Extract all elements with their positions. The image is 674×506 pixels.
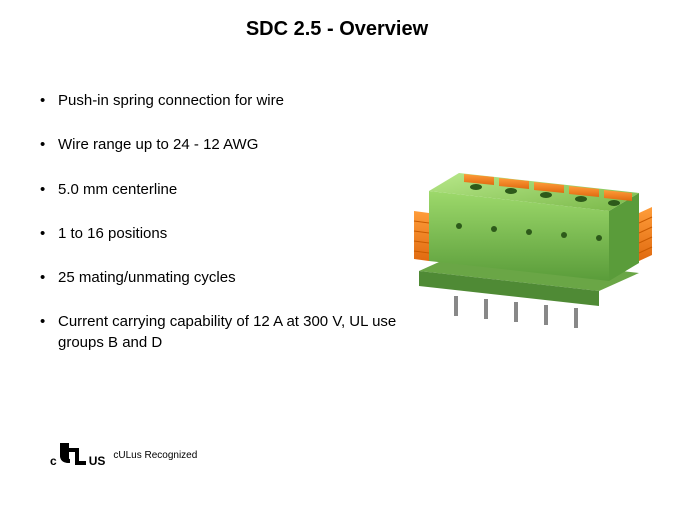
list-item: Push-in spring connection for wire xyxy=(40,91,404,111)
cert-label: cULus Recognized xyxy=(113,450,197,461)
list-item: 5.0 mm centerline xyxy=(40,180,404,200)
content-area: Push-in spring connection for wire Wire … xyxy=(0,41,674,377)
product-image xyxy=(404,131,654,331)
connector-icon xyxy=(404,131,654,331)
ul-recognized-icon: c US xyxy=(50,443,105,468)
list-item: Current carrying capability of 12 A at 3… xyxy=(40,312,404,353)
page-title: SDC 2.5 - Overview xyxy=(0,0,674,41)
feature-list: Push-in spring connection for wire Wire … xyxy=(40,91,404,377)
cert-prefix: c xyxy=(50,454,57,468)
list-item: 25 mating/unmating cycles xyxy=(40,268,404,288)
list-item: 1 to 16 positions xyxy=(40,224,404,244)
list-item: Wire range up to 24 - 12 AWG xyxy=(40,135,404,155)
cert-suffix: US xyxy=(89,454,106,468)
certification-mark: c US cULus Recognized xyxy=(50,443,197,468)
